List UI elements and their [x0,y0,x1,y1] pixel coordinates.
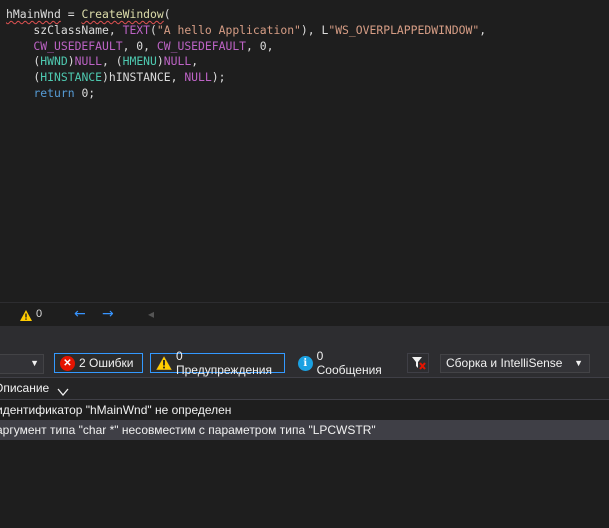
info-icon: i [298,355,313,371]
build-filter-value: Сборка и IntelliSense [446,356,563,370]
errors-filter-label: 2 Ошибки [79,356,134,370]
code-editor[interactable]: hMainWnd = CreateWindow( szClassName, TE… [0,0,609,300]
chevron-down-icon: ▼ [574,358,583,368]
warnings-filter-button[interactable]: 0 Предупреждения [150,349,285,377]
errors-filter-button[interactable]: ✕ 2 Ошибки [54,353,143,373]
error-description: аргумент типа "char *" несовместим с пар… [0,423,376,437]
messages-filter-label: 0 Сообщения [316,349,382,377]
code-token-hmainwnd: hMainWnd [6,7,61,21]
warning-count: 0 [36,308,43,320]
sort-chevron-icon[interactable] [57,383,69,401]
error-icon: ✕ [60,355,75,371]
code-token-createwindow: CreateWindow [81,7,164,21]
error-list-toolbar: ▼ ✕ 2 Ошибки 0 Предупреждения i 0 Сообще… [0,349,609,377]
scroll-left-icon[interactable]: ◂ [148,307,154,321]
filter-icon[interactable] [407,353,429,373]
code-text[interactable]: hMainWnd = CreateWindow( szClassName, TE… [6,7,486,102]
build-filter-select[interactable]: Сборка и IntelliSense ▼ [440,354,590,373]
warning-icon [156,356,172,370]
error-list-row[interactable]: идентификатор "hMainWnd" не определен [0,400,609,420]
column-header-description[interactable]: Описание [0,381,49,395]
scope-dropdown[interactable]: ▼ [0,354,44,374]
error-list-header: Описание [0,377,609,400]
warnings-filter-label: 0 Предупреждения [176,349,272,377]
panel-splitter[interactable] [0,326,609,351]
error-list-row[interactable]: аргумент типа "char *" несовместим с пар… [0,420,609,440]
chevron-down-icon: ▼ [30,358,39,368]
warning-icon[interactable] [20,308,32,326]
arrow-right-icon[interactable]: → [102,306,114,322]
arrow-left-icon[interactable]: ← [74,306,86,322]
messages-filter-button[interactable]: i 0 Сообщения [292,349,396,377]
editor-status-bar: 0 ← → ◂ [0,302,609,325]
error-description: идентификатор "hMainWnd" не определен [0,403,232,417]
